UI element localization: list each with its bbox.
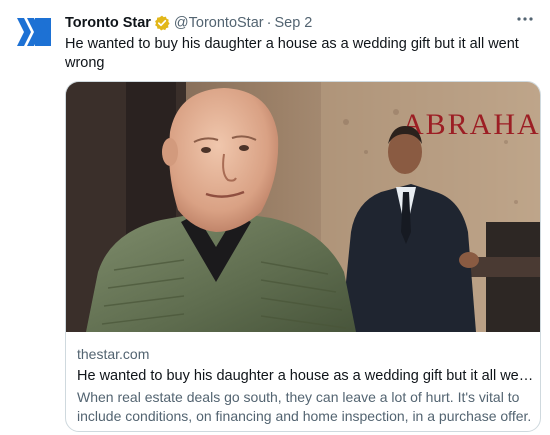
- card-description: When real estate deals go south, they ca…: [77, 389, 532, 424]
- card-image-sign-text: ABRAHA: [402, 108, 541, 141]
- tweet[interactable]: Toronto Star @TorontoStar · Sep 2 He wan…: [0, 0, 550, 435]
- toronto-star-logo-icon: [15, 13, 53, 51]
- author-name[interactable]: Toronto Star: [65, 15, 151, 31]
- verified-badge-icon: [154, 15, 170, 31]
- more-options-icon[interactable]: [514, 10, 536, 28]
- tweet-header: Toronto Star @TorontoStar · Sep 2: [65, 14, 312, 32]
- tweet-date[interactable]: Sep 2: [274, 15, 312, 31]
- avatar[interactable]: [15, 13, 53, 51]
- author-handle[interactable]: @TorontoStar: [174, 15, 264, 31]
- card-domain: thestar.com: [77, 346, 150, 362]
- card-image[interactable]: ABRAHA: [66, 82, 541, 332]
- card-title[interactable]: He wanted to buy his daughter a house as…: [77, 367, 535, 386]
- card-meta: thestar.com He wanted to buy his daughte…: [77, 345, 535, 426]
- tweet-text: He wanted to buy his daughter a house as…: [65, 36, 519, 71]
- separator-dot: ·: [266, 15, 272, 31]
- link-card[interactable]: ABRAHA thestar.com He wanted to buy his …: [65, 81, 541, 432]
